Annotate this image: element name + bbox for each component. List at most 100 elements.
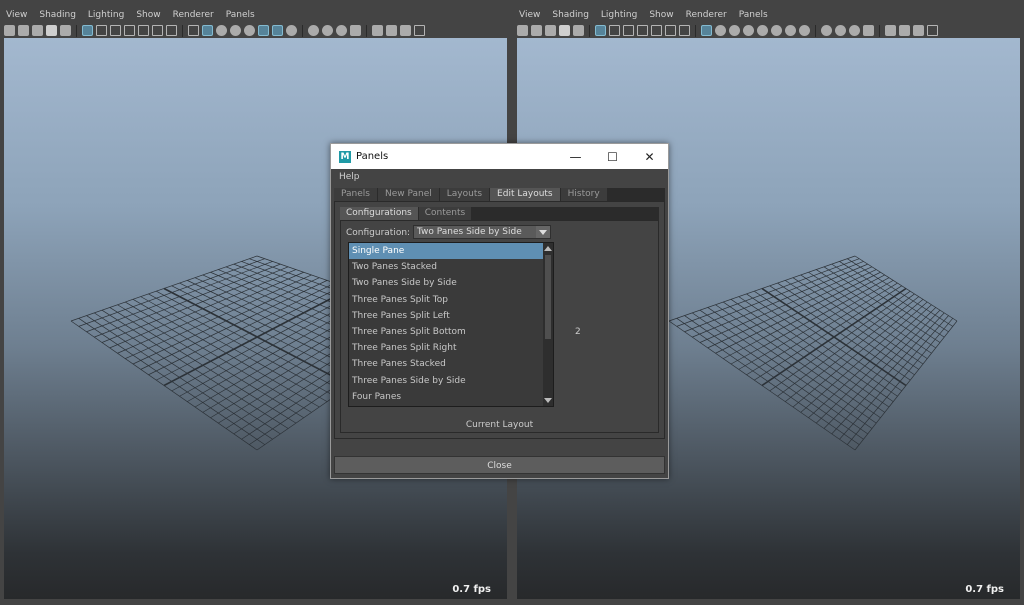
gate-mask-icon[interactable] — [637, 25, 648, 36]
grid-icon[interactable] — [82, 25, 93, 36]
wireframe-icon[interactable] — [188, 25, 199, 36]
safe-action-icon[interactable] — [152, 25, 163, 36]
menu-help[interactable]: Help — [339, 172, 360, 182]
image-plane-icon[interactable] — [46, 25, 57, 36]
option-two-panes-stacked[interactable]: Two Panes Stacked — [349, 259, 553, 275]
menu-view[interactable]: View — [513, 7, 546, 23]
tab-configurations[interactable]: Configurations — [340, 207, 418, 220]
camera-attributes-icon[interactable] — [18, 25, 29, 36]
option-single-pane[interactable]: Single Pane — [349, 243, 553, 260]
menu-panels[interactable]: Panels — [733, 7, 774, 23]
isolate-select-icon[interactable] — [372, 25, 383, 36]
tab-history[interactable]: History — [560, 188, 607, 201]
menu-panels[interactable]: Panels — [220, 7, 261, 23]
wireframe-icon[interactable] — [701, 25, 712, 36]
tab-new-panel[interactable]: New Panel — [377, 188, 439, 201]
smooth-shade-icon[interactable] — [202, 25, 213, 36]
tab-layouts[interactable]: Layouts — [439, 188, 490, 201]
lights-icon[interactable] — [771, 25, 782, 36]
dialog-titlebar[interactable]: M Panels — ☐ ✕ — [331, 144, 668, 169]
tab-edit-layouts[interactable]: Edit Layouts — [490, 188, 560, 201]
film-gate-icon[interactable] — [609, 25, 620, 36]
separator — [815, 24, 816, 37]
scrollbar-thumb[interactable] — [545, 255, 551, 339]
menu-view[interactable]: View — [0, 7, 33, 23]
chevron-down-icon[interactable] — [536, 226, 550, 238]
exposure-icon[interactable] — [414, 25, 425, 36]
menu-shading[interactable]: Shading — [546, 7, 595, 23]
option-three-panes-split-top[interactable]: Three Panes Split Top — [349, 292, 553, 308]
depth-of-field-icon[interactable] — [336, 25, 347, 36]
exposure-icon[interactable] — [927, 25, 938, 36]
bookmark-icon[interactable] — [545, 25, 556, 36]
xray-joints-icon[interactable] — [386, 25, 397, 36]
menu-show[interactable]: Show — [130, 7, 166, 23]
configuration-dropdown[interactable]: Two Panes Side by Side — [413, 225, 551, 239]
camera-attributes-icon[interactable] — [531, 25, 542, 36]
gate-mask-icon[interactable] — [124, 25, 135, 36]
motion-blur-icon[interactable] — [821, 25, 832, 36]
camera-icon[interactable] — [4, 25, 15, 36]
tab-panels[interactable]: Panels — [334, 188, 377, 201]
textured-icon[interactable] — [757, 25, 768, 36]
bookmark-icon[interactable] — [32, 25, 43, 36]
close-button[interactable]: Close — [334, 456, 665, 474]
menu-lighting[interactable]: Lighting — [595, 7, 643, 23]
minimize-button[interactable]: — — [557, 150, 594, 164]
default-material-icon[interactable] — [216, 25, 227, 36]
option-four-panes[interactable]: Four Panes — [349, 389, 553, 405]
smooth-shade-icon[interactable] — [715, 25, 726, 36]
motion-blur-icon[interactable] — [308, 25, 319, 36]
tab-contents[interactable]: Contents — [418, 207, 472, 220]
safe-title-icon[interactable] — [166, 25, 177, 36]
wireframe-on-shaded-icon[interactable] — [743, 25, 754, 36]
anti-aliasing-icon[interactable] — [322, 25, 333, 36]
grease-pencil-icon[interactable] — [60, 25, 71, 36]
color-management-icon[interactable] — [400, 25, 411, 36]
xray-icon[interactable] — [350, 25, 361, 36]
wireframe-on-shaded-icon[interactable] — [230, 25, 241, 36]
textured-icon[interactable] — [244, 25, 255, 36]
xray-joints-icon[interactable] — [899, 25, 910, 36]
shadows-icon[interactable] — [785, 25, 796, 36]
option-three-panes-split-left[interactable]: Three Panes Split Left — [349, 308, 553, 324]
shadows-icon[interactable] — [272, 25, 283, 36]
separator — [366, 24, 367, 37]
configuration-options-list: Single Pane Two Panes Stacked Two Panes … — [348, 242, 554, 407]
field-chart-icon[interactable] — [138, 25, 149, 36]
close-window-button[interactable]: ✕ — [631, 150, 668, 164]
dropdown-scrollbar[interactable] — [543, 243, 553, 406]
ambient-occlusion-icon[interactable] — [799, 25, 810, 36]
option-three-panes-side-by-side[interactable]: Three Panes Side by Side — [349, 373, 553, 389]
field-chart-icon[interactable] — [651, 25, 662, 36]
image-plane-icon[interactable] — [559, 25, 570, 36]
isolate-select-icon[interactable] — [885, 25, 896, 36]
anti-aliasing-icon[interactable] — [835, 25, 846, 36]
grid-icon[interactable] — [595, 25, 606, 36]
option-two-panes-side-by-side[interactable]: Two Panes Side by Side — [349, 275, 553, 291]
menu-renderer[interactable]: Renderer — [680, 7, 733, 23]
menu-lighting[interactable]: Lighting — [82, 7, 130, 23]
xray-icon[interactable] — [863, 25, 874, 36]
lights-icon[interactable] — [258, 25, 269, 36]
option-three-panes-split-right[interactable]: Three Panes Split Right — [349, 340, 553, 356]
ambient-occlusion-icon[interactable] — [286, 25, 297, 36]
color-management-icon[interactable] — [913, 25, 924, 36]
grease-pencil-icon[interactable] — [573, 25, 584, 36]
option-three-panes-split-bottom[interactable]: Three Panes Split Bottom — [349, 324, 553, 340]
safe-action-icon[interactable] — [665, 25, 676, 36]
resolution-gate-icon[interactable] — [110, 25, 121, 36]
safe-title-icon[interactable] — [679, 25, 690, 36]
scroll-up-arrow-icon[interactable] — [544, 244, 552, 252]
camera-icon[interactable] — [517, 25, 528, 36]
maximize-button[interactable]: ☐ — [594, 150, 631, 164]
option-three-panes-stacked[interactable]: Three Panes Stacked — [349, 356, 553, 372]
scroll-down-arrow-icon[interactable] — [544, 397, 552, 405]
resolution-gate-icon[interactable] — [623, 25, 634, 36]
menu-shading[interactable]: Shading — [33, 7, 82, 23]
default-material-icon[interactable] — [729, 25, 740, 36]
depth-of-field-icon[interactable] — [849, 25, 860, 36]
menu-show[interactable]: Show — [643, 7, 679, 23]
film-gate-icon[interactable] — [96, 25, 107, 36]
menu-renderer[interactable]: Renderer — [167, 7, 220, 23]
